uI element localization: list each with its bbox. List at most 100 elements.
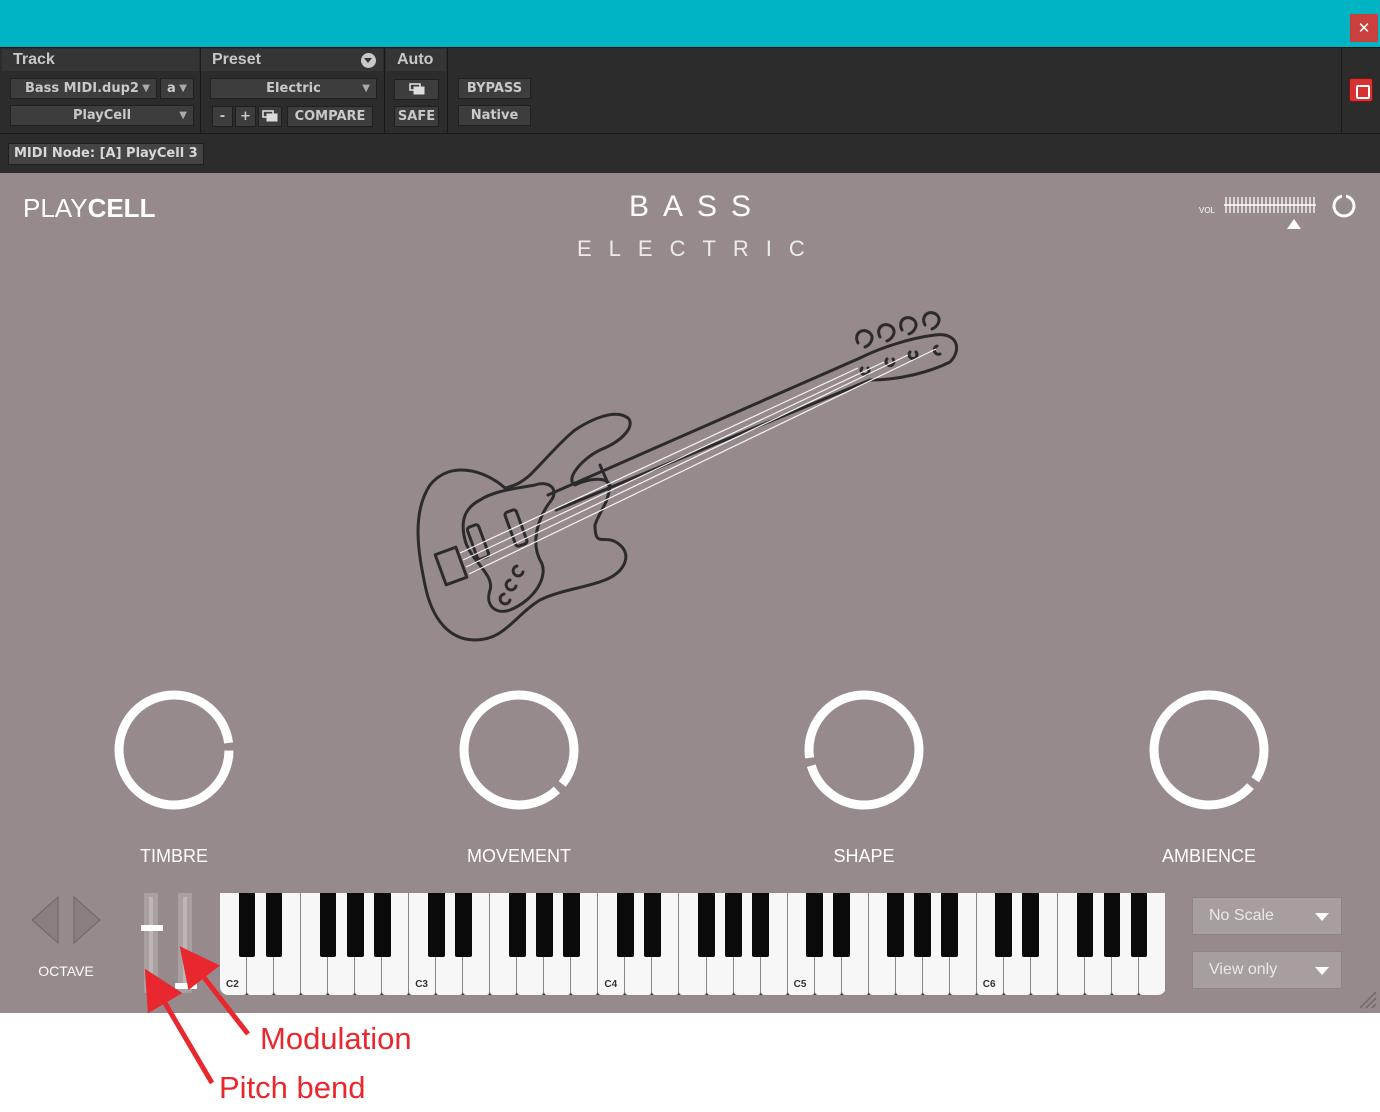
- compare-button[interactable]: COMPARE: [287, 106, 373, 127]
- preset-previous-button[interactable]: -: [212, 106, 233, 127]
- ambience-knob[interactable]: [1147, 688, 1271, 812]
- preset-menu-icon[interactable]: [361, 53, 376, 68]
- instrument-subtitle: ELECTRIC: [577, 236, 822, 261]
- black-key[interactable]: [346, 893, 364, 957]
- wheel-track: [149, 897, 153, 989]
- chevron-down-icon: ▼: [179, 110, 187, 121]
- black-key[interactable]: [941, 893, 959, 957]
- instrument-title: BASS: [628, 190, 766, 223]
- bypass-button[interactable]: BYPASS: [458, 78, 531, 99]
- insert-select[interactable]: PlayCell ▼: [10, 105, 194, 126]
- power-icon[interactable]: [1331, 193, 1357, 219]
- modulation-wheel[interactable]: [175, 893, 197, 993]
- black-key[interactable]: [887, 893, 905, 957]
- ambience-label: AMBIENCE: [1161, 846, 1257, 866]
- volume-label: VOL: [1199, 206, 1216, 215]
- track-select[interactable]: Bass MIDI.dup2 ▼: [10, 78, 157, 99]
- black-key[interactable]: [1130, 893, 1148, 957]
- volume-pointer-icon[interactable]: [1287, 219, 1301, 229]
- chevron-down-icon: ▼: [362, 83, 370, 94]
- logo-text-bold: CELL: [87, 193, 156, 223]
- window-close-button[interactable]: ✕: [1350, 14, 1378, 42]
- chevron-down-icon: [1315, 913, 1329, 921]
- header-divider: [447, 47, 448, 133]
- black-key[interactable]: [995, 893, 1013, 957]
- octave-key-label: C4: [604, 979, 618, 990]
- header-divider: [384, 47, 385, 133]
- modulation-handle[interactable]: [175, 983, 197, 989]
- header-divider: [0, 133, 1380, 134]
- octave-label: OCTAVE: [38, 963, 94, 979]
- black-key[interactable]: [454, 893, 472, 957]
- black-key[interactable]: [535, 893, 553, 957]
- wheel-track: [183, 897, 187, 989]
- scale-dropdown-value: No Scale: [1209, 907, 1274, 924]
- octave-key-label: C2: [226, 979, 239, 990]
- black-key[interactable]: [806, 893, 823, 957]
- pitch-bend-annotation: Pitch bend: [219, 1070, 366, 1105]
- window-title-bar: [0, 0, 1380, 47]
- automation-button[interactable]: [394, 79, 439, 100]
- insert-select-value: PlayCell: [72, 108, 132, 123]
- black-key[interactable]: [1076, 893, 1094, 957]
- black-key[interactable]: [427, 893, 445, 957]
- black-key[interactable]: [319, 893, 337, 957]
- scale-dropdown[interactable]: No Scale: [1192, 897, 1342, 935]
- black-key[interactable]: [1022, 893, 1040, 957]
- octave-down-icon[interactable]: [30, 895, 60, 945]
- black-key[interactable]: [265, 893, 283, 957]
- auto-section-label: Auto: [386, 49, 446, 71]
- black-key[interactable]: [833, 893, 851, 957]
- bass-guitar-illustration: [416, 311, 959, 642]
- black-key[interactable]: [508, 893, 526, 957]
- black-key[interactable]: [1103, 893, 1121, 957]
- midi-node-select[interactable]: MIDI Node: [A] PlayCell 3: [8, 143, 204, 165]
- black-key[interactable]: [914, 893, 932, 957]
- copy-icon: [262, 110, 278, 122]
- black-key[interactable]: [644, 893, 661, 957]
- preset-select-value: Electric: [266, 81, 321, 96]
- preset-select[interactable]: Electric ▼: [210, 78, 377, 99]
- pitch-bend-handle[interactable]: [141, 925, 163, 931]
- timbre-knob[interactable]: [112, 688, 236, 812]
- octave-key-label: C3: [415, 979, 428, 990]
- chevron-down-icon: ▼: [179, 83, 187, 94]
- octave-key-label: C6: [982, 979, 996, 990]
- native-button[interactable]: Native: [458, 105, 531, 126]
- automation-icon: [408, 83, 424, 95]
- black-key[interactable]: [752, 893, 769, 957]
- resize-grip-icon[interactable]: [1356, 988, 1378, 1010]
- black-key[interactable]: [562, 893, 580, 957]
- plugin-power-icon[interactable]: [1349, 78, 1373, 102]
- movement-label: MOVEMENT: [466, 846, 571, 866]
- channel-select[interactable]: a ▼: [160, 78, 194, 99]
- mode-dropdown[interactable]: View only: [1192, 951, 1342, 989]
- octave-up-icon[interactable]: [72, 895, 102, 945]
- shape-knob[interactable]: [802, 688, 926, 812]
- preset-library-button[interactable]: [258, 106, 282, 127]
- black-key[interactable]: [238, 893, 256, 957]
- timbre-label: TIMBRE: [139, 846, 208, 866]
- octave-key-label: C5: [793, 979, 807, 990]
- black-key[interactable]: [698, 893, 715, 957]
- preset-next-button[interactable]: +: [235, 106, 256, 127]
- movement-knob[interactable]: [457, 688, 581, 812]
- chevron-down-icon: ▼: [142, 83, 150, 94]
- black-key[interactable]: [725, 893, 742, 957]
- preset-section-label: Preset: [201, 49, 383, 71]
- header-divider: [200, 47, 201, 133]
- logo-text: PLAY: [23, 193, 88, 223]
- track-section-label: Track: [2, 49, 199, 71]
- black-key[interactable]: [373, 893, 391, 957]
- mode-dropdown-value: View only: [1209, 961, 1278, 978]
- pitch-bend-wheel[interactable]: [141, 893, 163, 993]
- modulation-annotation: Modulation: [260, 1021, 412, 1056]
- playcell-logo: PLAYCELL: [23, 193, 155, 224]
- black-key[interactable]: [617, 893, 634, 957]
- channel-select-value: a: [167, 81, 176, 96]
- header-divider: [1341, 47, 1342, 133]
- piano-keyboard[interactable]: C2 C3 C4 C5 C6: [220, 893, 1166, 995]
- volume-slider[interactable]: [1224, 195, 1316, 215]
- safe-button[interactable]: SAFE: [394, 106, 439, 127]
- track-select-value: Bass MIDI.dup2: [25, 81, 139, 96]
